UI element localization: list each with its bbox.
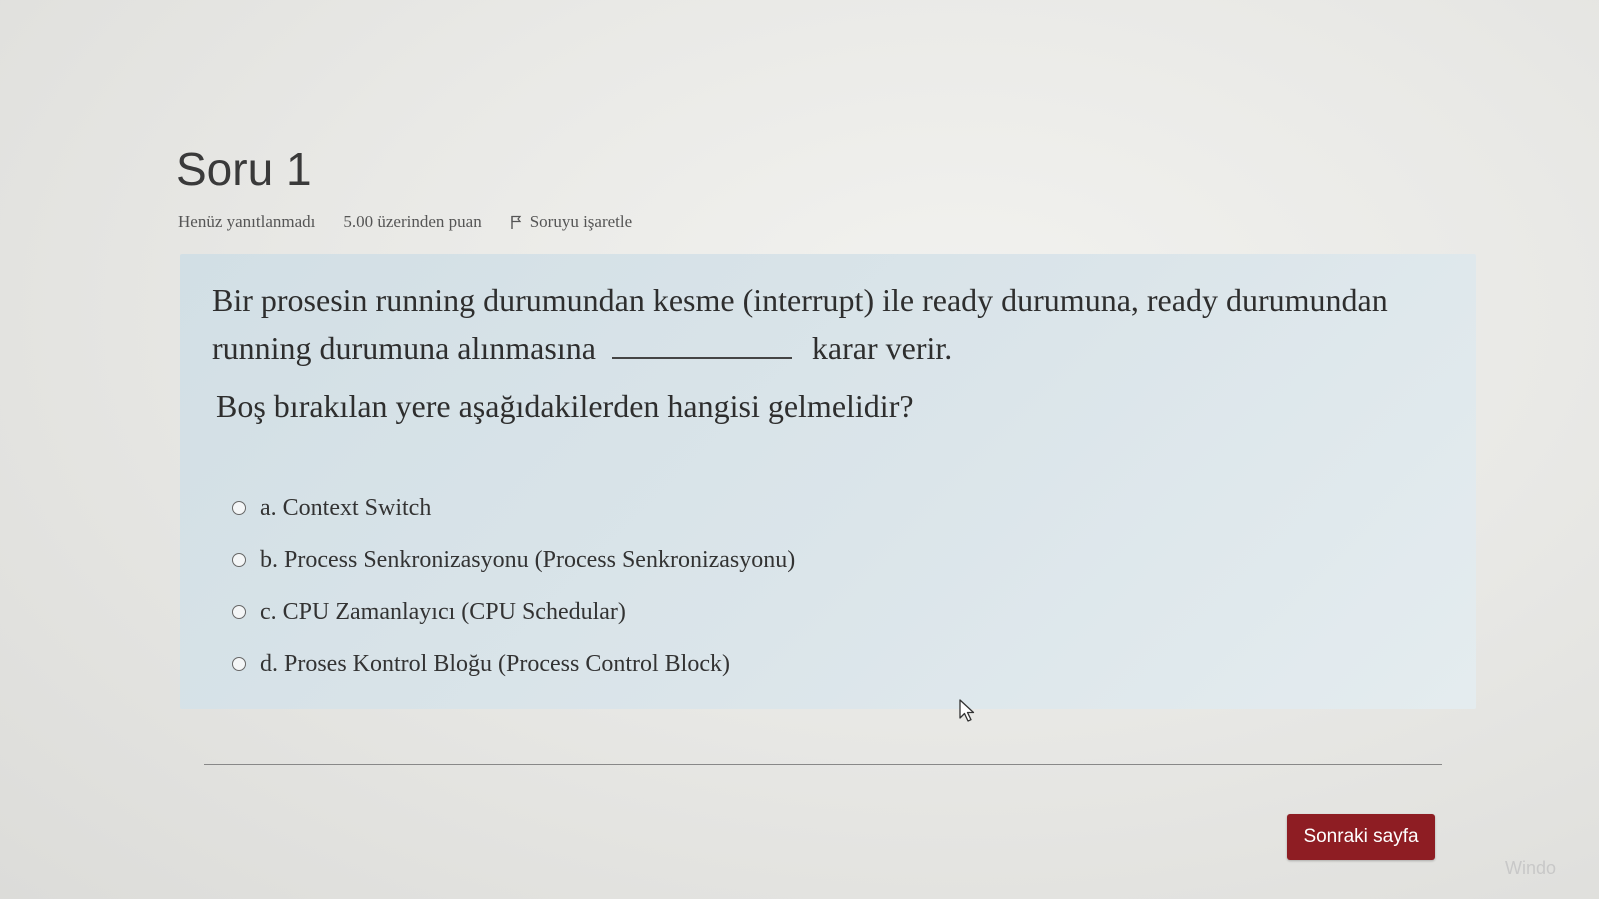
question-text-part1: Bir prosesin running durumundan kesme (i… <box>212 282 1388 366</box>
mouse-cursor-icon <box>959 699 975 722</box>
next-page-button[interactable]: Sonraki sayfa <box>1287 814 1435 860</box>
answer-option-b[interactable]: b. Process Senkronizasyonu (Process Senk… <box>232 534 795 586</box>
windows-activation-watermark: Windo <box>1505 858 1557 878</box>
question-text-part2: karar verir. <box>811 330 953 366</box>
flag-question-link[interactable]: Soruyu işaretle <box>510 212 632 232</box>
quiz-page: Soru 1 Henüz yanıtlanmadı 5.00 üzerinden… <box>0 0 1599 899</box>
answer-list: a. Context Switch b. Process Senkronizas… <box>232 482 795 690</box>
answer-option-a[interactable]: a. Context Switch <box>232 482 795 534</box>
flag-question-label: Soruyu işaretle <box>529 212 633 231</box>
radio-icon[interactable] <box>232 657 246 671</box>
question-points: 5.00 üzerinden puan <box>343 212 482 231</box>
answer-label: b. Process Senkronizasyonu (Process Senk… <box>260 546 796 573</box>
question-content: Bir prosesin running durumundan kesme (i… <box>180 254 1476 709</box>
answer-label: d. Proses Kontrol Bloğu (Process Control… <box>260 650 730 677</box>
answer-label: c. CPU Zamanlayıcı (CPU Schedular) <box>260 598 626 625</box>
radio-icon[interactable] <box>232 553 246 567</box>
radio-icon[interactable] <box>232 501 246 515</box>
answer-label: a. Context Switch <box>260 494 432 521</box>
answer-option-d[interactable]: d. Proses Kontrol Bloğu (Process Control… <box>232 638 795 690</box>
question-text: Bir prosesin running durumundan kesme (i… <box>212 276 1412 372</box>
question-status: Henüz yanıtlanmadı <box>178 212 316 231</box>
question-info: Henüz yanıtlanmadı 5.00 üzerinden puan S… <box>178 212 632 232</box>
question-blank <box>611 333 792 359</box>
flag-icon <box>511 215 521 229</box>
question-title: Soru 1 <box>176 143 312 195</box>
section-divider <box>204 764 1442 765</box>
question-prompt: Boş bırakılan yere aşağıdakilerden hangi… <box>216 388 914 424</box>
answer-option-c[interactable]: c. CPU Zamanlayıcı (CPU Schedular) <box>232 586 795 638</box>
radio-icon[interactable] <box>232 605 246 619</box>
